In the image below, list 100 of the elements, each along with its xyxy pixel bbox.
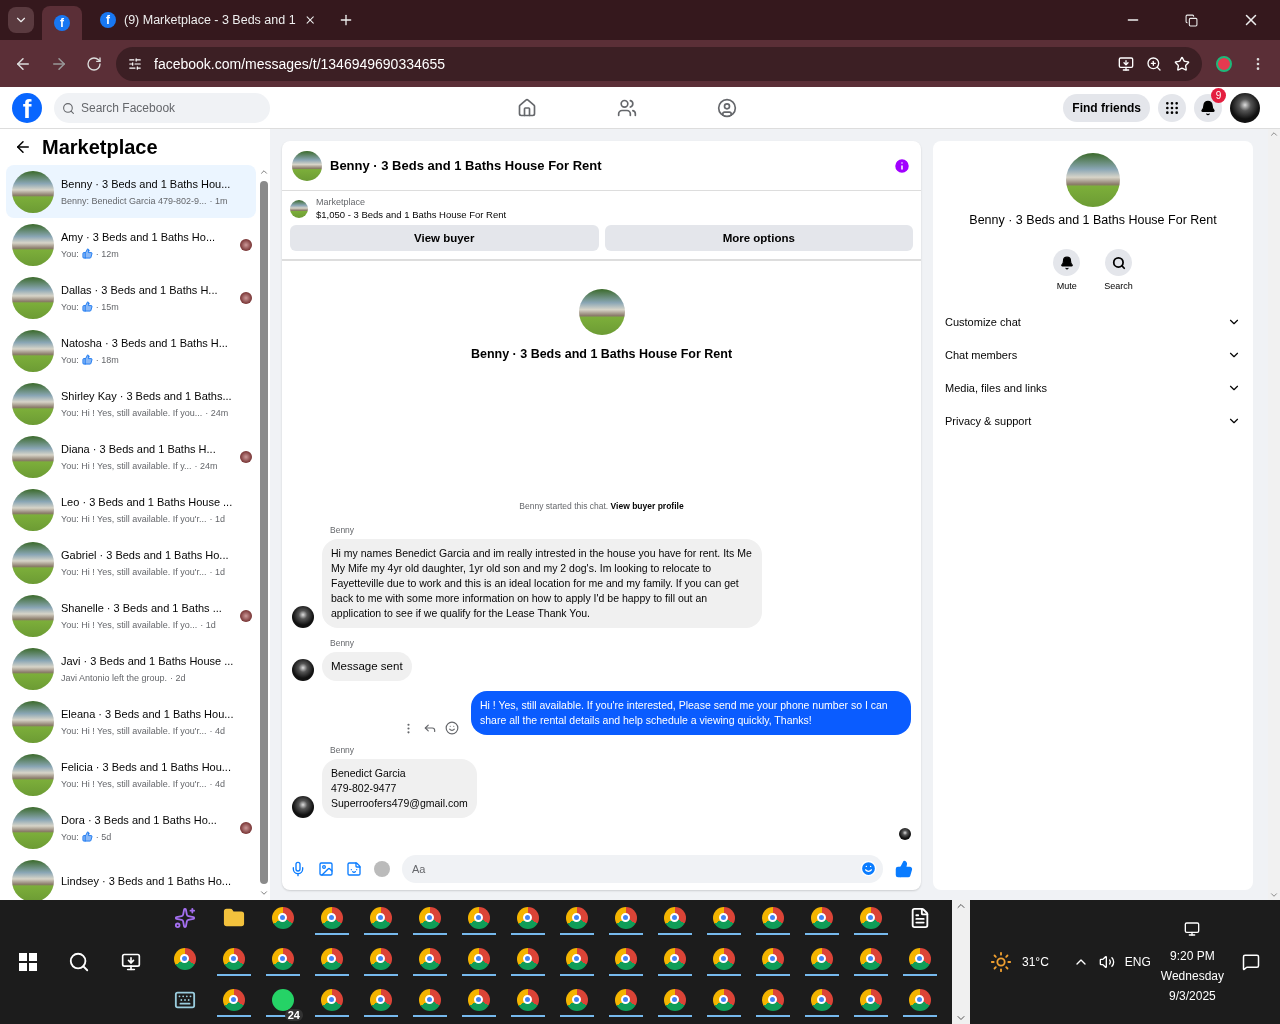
browser-tab[interactable]: f (9) Marketplace - 3 Beds and 1 xyxy=(90,4,326,36)
browser-icon[interactable] xyxy=(761,906,784,929)
sparkle-icon[interactable] xyxy=(173,906,196,929)
home-icon[interactable] xyxy=(516,97,537,118)
section-header[interactable]: Media, files and links xyxy=(933,371,1253,404)
volume-icon[interactable] xyxy=(1098,954,1115,970)
browser-icon[interactable] xyxy=(418,947,441,970)
browser-icon[interactable] xyxy=(369,947,392,970)
search-icon[interactable] xyxy=(68,951,90,973)
browser-icon[interactable] xyxy=(369,988,392,1011)
browser-icon[interactable] xyxy=(859,988,882,1011)
action-button[interactable]: More options xyxy=(604,225,913,251)
section-header[interactable]: Chat members xyxy=(933,338,1253,371)
browser-icon[interactable] xyxy=(467,906,490,929)
conversation-item[interactable]: Amy · 3 Beds and 1 Baths Ho... You: · 12m xyxy=(6,218,256,271)
star-icon[interactable] xyxy=(1174,55,1190,72)
browser-icon[interactable] xyxy=(369,906,392,929)
like-icon[interactable] xyxy=(895,860,913,878)
mute-button[interactable] xyxy=(1053,249,1081,276)
browser-icon[interactable] xyxy=(271,906,294,929)
bell-icon[interactable] xyxy=(1059,255,1074,270)
install-icon[interactable] xyxy=(1118,55,1134,72)
account-avatar[interactable] xyxy=(1230,92,1260,123)
conversation-item[interactable]: Gabriel · 3 Beds and 1 Baths Ho... You: Hi ! Yes, still available. If you'r... · 1d xyxy=(6,536,256,589)
browser-icon[interactable] xyxy=(761,947,784,970)
emoji-icon[interactable] xyxy=(445,721,459,735)
conversation-item[interactable]: Dora · 3 Beds and 1 Baths Ho... You: · 5d xyxy=(6,801,256,854)
browser-icon[interactable] xyxy=(320,947,343,970)
browser-icon[interactable] xyxy=(516,947,539,970)
browser-icon[interactable] xyxy=(663,988,686,1011)
scroll-up-icon[interactable] xyxy=(259,167,269,177)
microphone-icon[interactable] xyxy=(290,861,306,877)
action-button[interactable]: View buyer xyxy=(290,225,599,251)
site-icon[interactable]: f xyxy=(54,15,70,31)
browser-icon[interactable] xyxy=(173,947,196,970)
conversation-item[interactable]: Diana · 3 Beds and 1 Baths H... You: Hi ! Yes, still available. If y... · 24m xyxy=(6,430,256,483)
browser-icon[interactable] xyxy=(614,988,637,1011)
restore-icon[interactable] xyxy=(1185,13,1198,27)
chat-app-icon[interactable] xyxy=(271,988,294,1011)
search-field[interactable]: Search Facebook xyxy=(54,92,270,123)
people-icon[interactable] xyxy=(616,97,637,118)
browser-icon[interactable] xyxy=(908,947,931,970)
folder-icon[interactable] xyxy=(222,906,245,929)
reload-icon[interactable] xyxy=(86,55,102,72)
network-icon[interactable] xyxy=(1184,921,1201,937)
clock-time[interactable]: 9:20 PM xyxy=(1170,949,1215,963)
profile-icon[interactable] xyxy=(1216,55,1232,72)
back-icon[interactable] xyxy=(14,138,32,156)
language-indicator[interactable]: ENG xyxy=(1124,955,1151,969)
plus-icon[interactable] xyxy=(338,12,354,28)
notifications-icon[interactable] xyxy=(1242,953,1260,971)
browser-icon[interactable] xyxy=(761,988,784,1011)
conversation-item[interactable]: Shirley Kay · 3 Beds and 1 Baths... You: Hi ! Yes, still available. If you... · 24m xyxy=(6,377,256,430)
windows-logo-icon[interactable] xyxy=(19,953,38,971)
profile-circle-icon[interactable] xyxy=(716,97,737,118)
view-profile-link[interactable]: View buyer profile xyxy=(610,501,684,511)
search-button[interactable] xyxy=(1105,249,1132,276)
search-icon[interactable] xyxy=(1111,255,1126,270)
weather-temperature[interactable]: 31°C xyxy=(1022,955,1049,969)
browser-icon[interactable] xyxy=(614,947,637,970)
conversation-item[interactable]: Natosha · 3 Beds and 1 Baths H... You: · 18m xyxy=(6,324,256,377)
task-view-icon[interactable] xyxy=(120,952,141,972)
browser-icon[interactable] xyxy=(810,988,833,1011)
conversation-item[interactable]: Dallas · 3 Beds and 1 Baths H... You: · 15m xyxy=(6,271,256,324)
browser-icon[interactable] xyxy=(663,947,686,970)
section-header[interactable]: Privacy & support xyxy=(933,404,1253,437)
browser-icon[interactable] xyxy=(663,906,686,929)
zoom-icon[interactable] xyxy=(1146,55,1162,72)
browser-icon[interactable] xyxy=(810,947,833,970)
browser-icon[interactable] xyxy=(222,988,245,1011)
browser-icon[interactable] xyxy=(712,906,735,929)
browser-icon[interactable] xyxy=(859,947,882,970)
conversation-item[interactable]: Shanelle · 3 Beds and 1 Baths ... You: Hi ! Yes, still available. If yo... · 1d xyxy=(6,589,256,642)
browser-icon[interactable] xyxy=(859,906,882,929)
conversation-item[interactable]: Lindsey · 3 Beds and 1 Baths Ho... xyxy=(6,854,256,900)
sticker-icon[interactable] xyxy=(346,861,362,877)
browser-icon[interactable] xyxy=(614,906,637,929)
apps-menu-button[interactable] xyxy=(1158,93,1186,122)
sliders-icon[interactable] xyxy=(128,56,142,71)
weather-icon[interactable] xyxy=(990,951,1012,973)
browser-icon[interactable] xyxy=(467,947,490,970)
browser-icon[interactable] xyxy=(271,947,294,970)
message-input[interactable]: Aa xyxy=(402,855,883,883)
browser-icon[interactable] xyxy=(516,988,539,1011)
bell-icon[interactable] xyxy=(1200,99,1216,116)
browser-icon[interactable] xyxy=(516,906,539,929)
conversation-item[interactable]: Javi · 3 Beds and 1 Baths House ... Javi Antonio left the group. · 2d xyxy=(6,642,256,695)
pinned-tab[interactable]: f xyxy=(42,6,82,40)
find-friends-button[interactable]: Find friends xyxy=(1063,93,1150,122)
browser-icon[interactable] xyxy=(320,906,343,929)
browser-icon[interactable] xyxy=(565,947,588,970)
address-bar[interactable]: facebook.com/messages/t/1346949690334655 xyxy=(116,46,1202,81)
browser-icon[interactable] xyxy=(565,906,588,929)
conversation-item[interactable]: Eleana · 3 Beds and 1 Baths Hou... You: Hi ! Yes, still available. If you'r... · 4d xyxy=(6,695,256,748)
reply-icon[interactable] xyxy=(423,721,437,735)
clock-day[interactable]: Wednesday xyxy=(1160,969,1224,983)
image-icon[interactable] xyxy=(318,861,334,877)
browser-icon[interactable] xyxy=(810,906,833,929)
section-header[interactable]: Customize chat xyxy=(933,305,1253,338)
browser-icon[interactable] xyxy=(320,988,343,1011)
